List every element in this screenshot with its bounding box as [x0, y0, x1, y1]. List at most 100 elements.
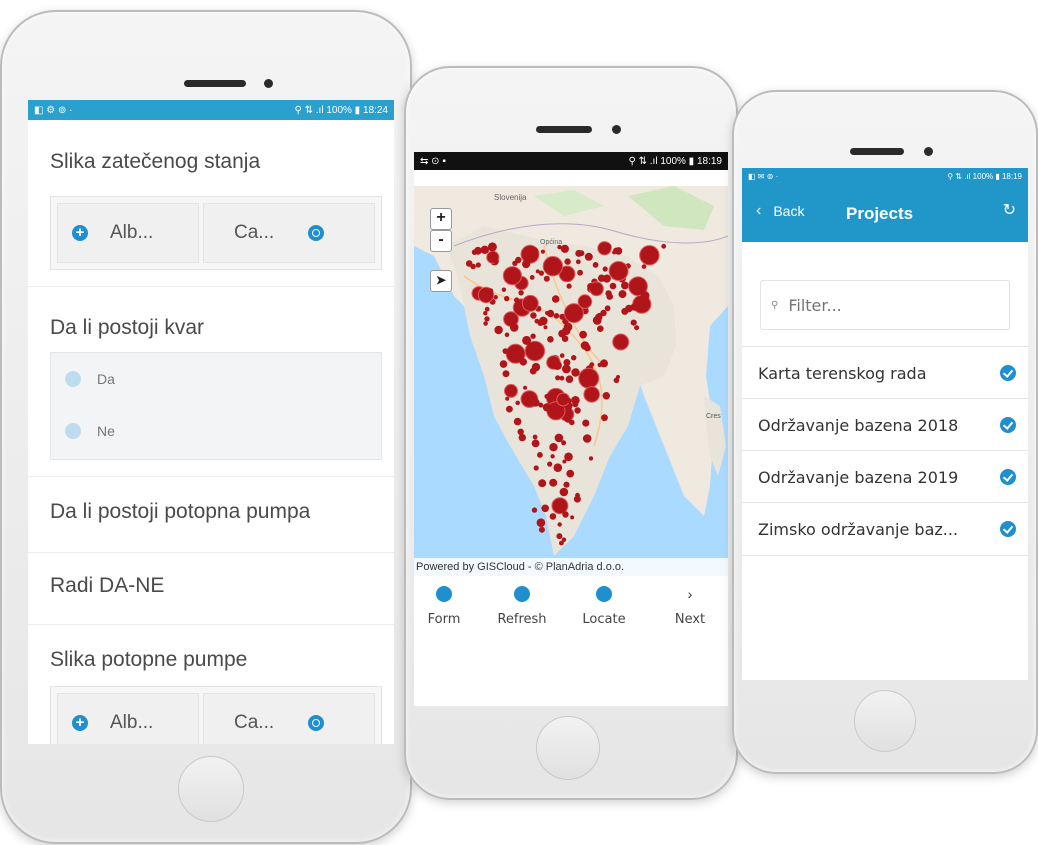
project-item[interactable]: Karta terenskog rada: [742, 346, 1028, 399]
album-button[interactable]: + Alb...: [57, 203, 199, 263]
map-marker[interactable]: [571, 368, 580, 377]
map-marker[interactable]: [559, 375, 565, 381]
radio-circle[interactable]: [65, 423, 81, 439]
map-marker[interactable]: [566, 398, 572, 404]
map-marker[interactable]: [536, 518, 546, 527]
map-marker[interactable]: [532, 434, 538, 440]
map-canvas[interactable]: Slovenija Općina Cres: [414, 186, 728, 576]
map-marker[interactable]: [533, 465, 539, 471]
map-marker[interactable]: [514, 297, 520, 303]
map-marker[interactable]: [608, 261, 629, 281]
map-marker[interactable]: [596, 312, 603, 319]
form-field-works[interactable]: Radi DA-NE: [28, 552, 394, 625]
map-marker[interactable]: [621, 307, 629, 315]
map-marker[interactable]: [575, 249, 583, 257]
map-marker[interactable]: [582, 419, 590, 427]
map-marker[interactable]: [552, 361, 562, 370]
map-marker[interactable]: [505, 317, 511, 323]
map-marker[interactable]: [535, 269, 540, 274]
map-marker[interactable]: [640, 291, 650, 300]
map-marker[interactable]: [571, 355, 577, 361]
map-marker[interactable]: [493, 259, 499, 264]
map-marker[interactable]: [537, 320, 544, 326]
map-marker[interactable]: [597, 325, 604, 332]
map-marker[interactable]: [502, 266, 523, 286]
radio-circle[interactable]: [65, 371, 81, 387]
map-marker[interactable]: [589, 362, 595, 367]
map-marker[interactable]: [542, 403, 551, 412]
map-marker[interactable]: [570, 515, 575, 520]
map-marker[interactable]: [504, 332, 510, 338]
map-marker[interactable]: [488, 288, 494, 294]
toolbar-refresh[interactable]: Refresh: [492, 586, 552, 627]
filter-field[interactable]: ⚲: [760, 280, 1010, 330]
project-item[interactable]: Zimsko održavanje baz...: [742, 502, 1028, 556]
map-marker[interactable]: [553, 463, 563, 473]
map-marker[interactable]: [530, 312, 537, 319]
map-marker[interactable]: [580, 341, 590, 350]
map-marker[interactable]: [518, 290, 524, 296]
map-marker[interactable]: [636, 282, 643, 289]
map-marker[interactable]: [487, 242, 497, 252]
map-marker[interactable]: [529, 275, 535, 280]
map-marker[interactable]: [542, 256, 564, 277]
map-marker[interactable]: [465, 260, 473, 267]
home-button[interactable]: [178, 756, 244, 822]
zoom-in-button[interactable]: +: [430, 208, 452, 230]
map-marker[interactable]: [604, 305, 611, 312]
map-marker[interactable]: [538, 526, 545, 533]
map-marker[interactable]: [562, 326, 571, 336]
map-marker[interactable]: [562, 511, 569, 518]
camera-button[interactable]: Ca...: [203, 693, 375, 744]
map-marker[interactable]: [494, 325, 503, 335]
map-marker[interactable]: [522, 260, 531, 269]
map-marker[interactable]: [566, 283, 572, 289]
locate-arrow-button[interactable]: ➤: [430, 270, 452, 292]
map-marker[interactable]: [538, 402, 544, 408]
map-marker[interactable]: [554, 433, 564, 443]
map-marker[interactable]: [515, 349, 520, 355]
map-marker[interactable]: [566, 469, 575, 478]
map-marker[interactable]: [556, 533, 563, 540]
map-marker[interactable]: [537, 452, 543, 458]
toolbar-next[interactable]: › Next: [660, 586, 720, 627]
toolbar-form[interactable]: Form: [414, 586, 474, 627]
map-marker[interactable]: [621, 281, 629, 290]
map-marker[interactable]: [541, 504, 549, 513]
map-marker[interactable]: [604, 244, 610, 250]
map-marker[interactable]: [546, 309, 555, 318]
map-marker[interactable]: [564, 452, 573, 462]
map-marker[interactable]: [573, 495, 581, 503]
map-marker[interactable]: [501, 287, 507, 292]
form-field-pump[interactable]: Da li postoji potopna pumpa: [28, 476, 394, 553]
map-marker[interactable]: [484, 316, 490, 322]
map-marker[interactable]: [597, 274, 606, 282]
map-marker[interactable]: [571, 396, 580, 405]
map-marker[interactable]: [505, 396, 510, 401]
map-marker[interactable]: [561, 440, 567, 446]
map-marker[interactable]: [583, 386, 600, 403]
map-marker[interactable]: [522, 335, 532, 345]
map-marker[interactable]: [588, 456, 594, 461]
filter-input[interactable]: [786, 294, 981, 316]
map-marker[interactable]: [630, 303, 638, 311]
map-marker[interactable]: [515, 256, 522, 264]
refresh-icon[interactable]: ↻: [1003, 200, 1016, 220]
map-marker[interactable]: [502, 370, 510, 378]
radio-option-ne[interactable]: Ne: [65, 423, 115, 439]
map-marker[interactable]: [606, 293, 613, 300]
map-marker[interactable]: [561, 537, 567, 543]
map-marker[interactable]: [513, 417, 522, 426]
home-button[interactable]: [854, 690, 916, 752]
map-marker[interactable]: [543, 275, 550, 282]
map-marker[interactable]: [563, 359, 571, 366]
map-view[interactable]: Slovenija Općina Cres + - ➤ Powered by G…: [414, 186, 728, 576]
map-marker[interactable]: [561, 273, 570, 282]
map-marker[interactable]: [504, 295, 510, 302]
map-marker[interactable]: [639, 245, 660, 266]
map-marker[interactable]: [575, 259, 581, 265]
album-button[interactable]: + Alb...: [57, 693, 199, 744]
map-marker[interactable]: [484, 306, 490, 312]
map-marker[interactable]: [555, 375, 561, 381]
map-marker[interactable]: [475, 262, 481, 268]
